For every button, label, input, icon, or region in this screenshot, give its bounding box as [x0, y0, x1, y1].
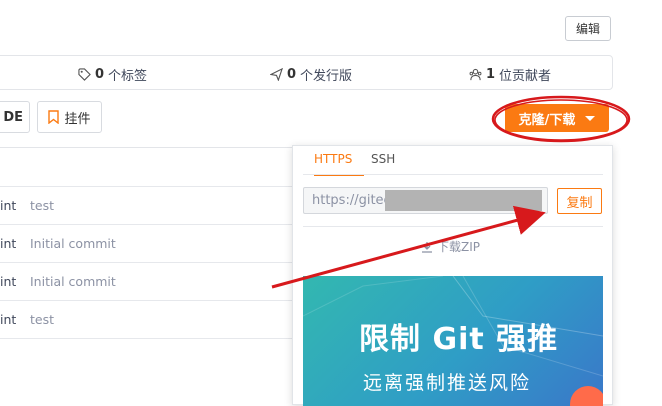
panel-divider	[303, 226, 603, 227]
web-ide-button[interactable]: DE	[0, 101, 30, 133]
file-cell[interactable]: int	[0, 274, 16, 289]
edit-button[interactable]: 编辑	[565, 16, 611, 41]
contributors-icon	[469, 68, 482, 81]
caret-down-icon	[585, 115, 596, 121]
copy-button[interactable]: 复制	[557, 188, 602, 214]
promo-banner[interactable]: 限制 Git 强推 远离强制推送风险	[303, 276, 603, 406]
tags-count: 0	[95, 67, 105, 82]
file-cell[interactable]: int	[0, 236, 16, 251]
releases-stat[interactable]: 0 个发行版	[270, 65, 352, 84]
tab-ssh[interactable]: SSH	[371, 152, 395, 174]
bookmark-icon	[48, 110, 60, 124]
tab-https[interactable]: HTTPS	[314, 152, 364, 176]
table-row[interactable]: int Initial commit	[0, 224, 293, 262]
repo-stats-bar: 0 个标签 0 个发行版 1 位贡献者	[0, 55, 613, 90]
table-row[interactable]: int Initial commit	[0, 262, 293, 300]
contributors-stat[interactable]: 1 位贡献者	[469, 65, 551, 84]
widget-button[interactable]: 挂件	[37, 101, 102, 133]
clone-download-button[interactable]: 克隆/下载	[505, 104, 609, 132]
commit-message[interactable]: test	[30, 198, 54, 213]
commit-message[interactable]: test	[30, 312, 54, 327]
banner-title: 限制 Git 强推	[359, 322, 559, 357]
clone-dropdown-panel: HTTPS SSH https://gitee 复制 下载ZIP 限制 Git …	[292, 145, 613, 406]
redacted-url-block	[385, 190, 542, 211]
contributors-count: 1	[486, 67, 496, 82]
contributors-label: 位贡献者	[499, 69, 552, 84]
widget-label: 挂件	[64, 111, 91, 127]
download-zip-link[interactable]: 下载ZIP	[421, 238, 480, 255]
banner-subtitle: 远离强制推送风险	[363, 372, 532, 394]
clone-download-label: 克隆/下载	[518, 112, 576, 128]
table-row[interactable]: int test	[0, 186, 293, 224]
commit-message[interactable]: Initial commit	[30, 274, 116, 289]
file-list: int test int Initial commit int Initial …	[0, 147, 293, 366]
commit-message[interactable]: Initial commit	[30, 236, 116, 251]
download-icon	[422, 241, 432, 253]
releases-label: 个发行版	[300, 69, 353, 84]
releases-count: 0	[287, 67, 297, 82]
tab-divider	[303, 174, 603, 175]
file-cell[interactable]: int	[0, 312, 16, 327]
send-icon	[270, 68, 283, 81]
table-row-end	[0, 338, 293, 366]
table-row[interactable]: int test	[0, 300, 293, 338]
tags-label: 个标签	[108, 69, 148, 84]
tag-icon	[78, 68, 91, 81]
download-zip-label: 下载ZIP	[437, 240, 480, 254]
tags-stat[interactable]: 0 个标签	[78, 65, 147, 84]
file-cell[interactable]: int	[0, 198, 16, 213]
